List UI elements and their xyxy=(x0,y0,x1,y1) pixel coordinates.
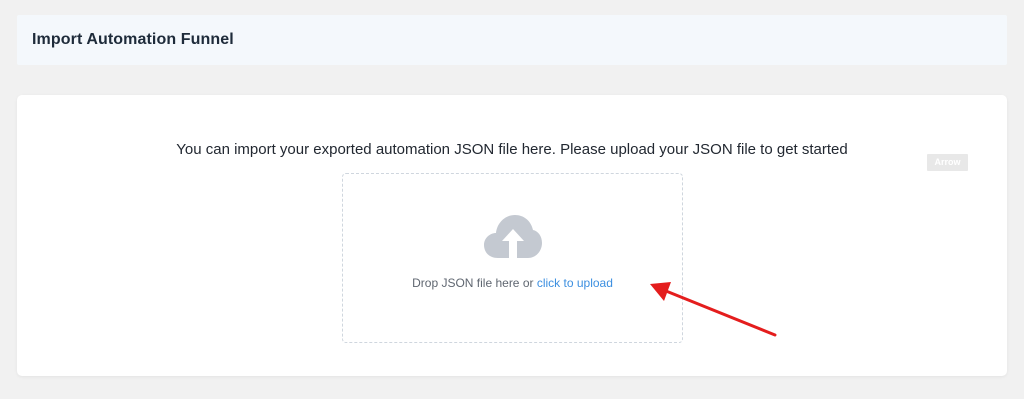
cloud-upload-icon xyxy=(484,215,542,258)
dropzone-text: Drop JSON file here or click to upload xyxy=(343,276,682,290)
import-instructions: You can import your exported automation … xyxy=(176,141,848,158)
annotation-label: Arrow xyxy=(927,154,968,171)
json-dropzone[interactable]: Drop JSON file here or click to upload xyxy=(342,173,683,343)
page-header: Import Automation Funnel xyxy=(17,15,1007,65)
drop-hint: Drop JSON file here or xyxy=(412,276,534,290)
click-to-upload-link[interactable]: click to upload xyxy=(537,276,613,290)
page-title: Import Automation Funnel xyxy=(32,31,234,48)
import-card: You can import your exported automation … xyxy=(17,95,1007,376)
